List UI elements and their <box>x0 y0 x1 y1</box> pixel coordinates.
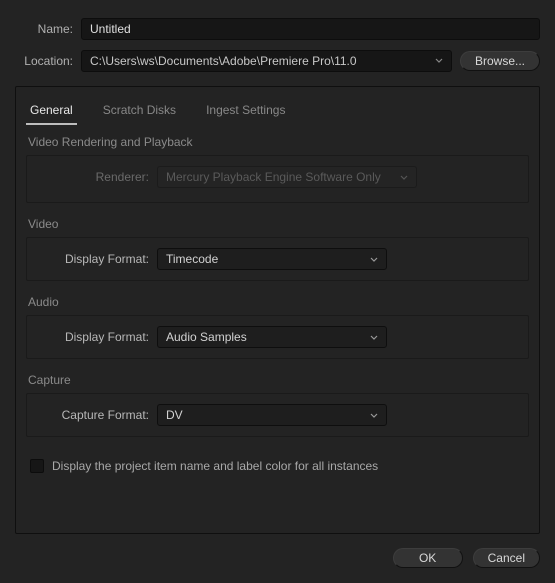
panel-body: Video Rendering and Playback Renderer: M… <box>16 125 539 483</box>
group-audio-title: Audio <box>26 295 529 315</box>
video-display-format-line: Display Format: Timecode <box>39 248 516 270</box>
location-label: Location: <box>15 54 81 68</box>
cancel-label: Cancel <box>488 551 525 565</box>
tab-ingest-settings[interactable]: Ingest Settings <box>202 97 289 125</box>
tab-ingest-label: Ingest Settings <box>206 103 285 117</box>
group-rendering: Video Rendering and Playback Renderer: M… <box>26 135 529 203</box>
group-video-frame: Display Format: Timecode <box>26 237 529 281</box>
video-display-format-label: Display Format: <box>39 252 157 266</box>
capture-format-label: Capture Format: <box>39 408 157 422</box>
ok-button[interactable]: OK <box>393 548 463 568</box>
footer: OK Cancel <box>15 548 540 568</box>
chevron-down-icon <box>370 330 378 344</box>
location-row: Location: C:\Users\ws\Documents\Adobe\Pr… <box>15 50 540 72</box>
chevron-down-icon <box>370 252 378 266</box>
group-capture-title: Capture <box>26 373 529 393</box>
main-panel: General Scratch Disks Ingest Settings Vi… <box>15 86 540 534</box>
group-video: Video Display Format: Timecode <box>26 217 529 281</box>
cancel-button[interactable]: Cancel <box>473 548 540 568</box>
audio-display-format-label: Display Format: <box>39 330 157 344</box>
chevron-down-icon <box>435 57 443 65</box>
ok-label: OK <box>419 551 436 565</box>
tab-scratch-disks[interactable]: Scratch Disks <box>99 97 180 125</box>
name-row: Name: <box>15 18 540 40</box>
name-input[interactable] <box>81 18 540 40</box>
display-names-checkbox[interactable] <box>30 459 44 473</box>
tab-general-label: General <box>30 103 73 117</box>
capture-format-value: DV <box>166 408 183 422</box>
tab-general[interactable]: General <box>26 97 77 125</box>
group-audio: Audio Display Format: Audio Samples <box>26 295 529 359</box>
group-capture: Capture Capture Format: DV <box>26 373 529 437</box>
renderer-value: Mercury Playback Engine Software Only <box>166 170 381 184</box>
group-audio-frame: Display Format: Audio Samples <box>26 315 529 359</box>
name-label: Name: <box>15 22 81 36</box>
video-display-format-select[interactable]: Timecode <box>157 248 387 270</box>
capture-format-line: Capture Format: DV <box>39 404 516 426</box>
location-combo[interactable]: C:\Users\ws\Documents\Adobe\Premiere Pro… <box>81 50 452 72</box>
group-rendering-title: Video Rendering and Playback <box>26 135 529 155</box>
group-video-title: Video <box>26 217 529 237</box>
audio-display-format-value: Audio Samples <box>166 330 247 344</box>
renderer-label: Renderer: <box>39 170 157 184</box>
tab-scratch-label: Scratch Disks <box>103 103 176 117</box>
audio-display-format-select[interactable]: Audio Samples <box>157 326 387 348</box>
browse-button[interactable]: Browse... <box>460 51 540 71</box>
location-value: C:\Users\ws\Documents\Adobe\Premiere Pro… <box>90 54 357 68</box>
renderer-line: Renderer: Mercury Playback Engine Softwa… <box>39 166 516 188</box>
new-project-dialog: Name: Location: C:\Users\ws\Documents\Ad… <box>0 0 555 583</box>
audio-display-format-line: Display Format: Audio Samples <box>39 326 516 348</box>
location-wrap: C:\Users\ws\Documents\Adobe\Premiere Pro… <box>81 50 540 72</box>
tabs: General Scratch Disks Ingest Settings <box>16 87 539 125</box>
display-names-label[interactable]: Display the project item name and label … <box>52 459 378 473</box>
capture-format-select[interactable]: DV <box>157 404 387 426</box>
display-names-check-row: Display the project item name and label … <box>26 457 529 473</box>
chevron-down-icon <box>370 408 378 422</box>
renderer-select: Mercury Playback Engine Software Only <box>157 166 417 188</box>
video-display-format-value: Timecode <box>166 252 218 266</box>
browse-label: Browse... <box>475 54 525 68</box>
chevron-down-icon <box>400 170 408 184</box>
group-rendering-frame: Renderer: Mercury Playback Engine Softwa… <box>26 155 529 203</box>
group-capture-frame: Capture Format: DV <box>26 393 529 437</box>
